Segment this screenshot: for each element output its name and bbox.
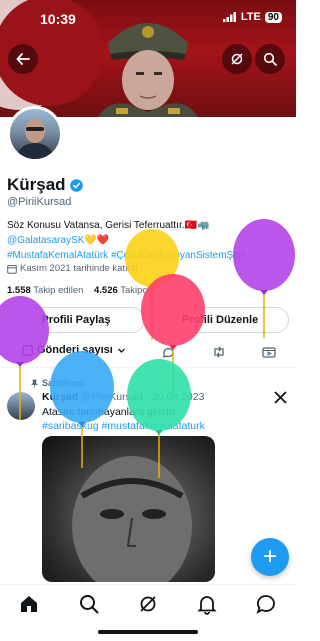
back-arrow-icon: [16, 53, 30, 65]
post-media-image[interactable]: [42, 436, 215, 582]
compose-post-button[interactable]: +: [251, 538, 289, 576]
grok-button[interactable]: [222, 44, 252, 74]
edit-profile-button[interactable]: Profili Düzenle: [151, 307, 289, 333]
search-nav-icon[interactable]: [78, 593, 100, 615]
search-button[interactable]: [255, 44, 285, 74]
bio-hashtag-cocuklar[interactable]: #ÇocuklarıKoruyanSistemŞart: [111, 250, 245, 261]
tab-reposts[interactable]: [212, 346, 226, 358]
bio-hashtag-ataturk[interactable]: #MustafaKemalAtatürk: [7, 250, 108, 261]
post-author-name[interactable]: Kürşad: [42, 391, 78, 403]
signal-icon: [222, 12, 236, 22]
tab-posts-dropdown[interactable]: Gönderi sayısı: [22, 344, 126, 356]
messages-icon[interactable]: [255, 593, 277, 615]
grok-nav-icon[interactable]: [137, 593, 159, 615]
verified-badge-icon[interactable]: [69, 178, 83, 192]
post-meta: @PiriiKursad · 30.04.2023: [81, 391, 205, 403]
home-indicator: [98, 630, 198, 634]
profile-name: Kürşad: [7, 175, 66, 194]
post-text: Atasını tanımayanlara gelsin. #saribasku…: [42, 405, 252, 433]
status-time: 10:39: [40, 11, 76, 27]
post-hashtags[interactable]: #saribaskug #mustafakemalataturk: [42, 419, 252, 433]
chevron-down-icon: [117, 348, 125, 353]
tab-replies[interactable]: [162, 346, 175, 359]
joined-date: Kasım 2021 tarihinde katıldı: [20, 263, 138, 274]
search-icon: [263, 52, 277, 66]
reply-icon: [163, 347, 174, 358]
grok-icon: [231, 53, 243, 65]
posts-icon: [22, 344, 33, 356]
pinned-label: Sabitlendi: [42, 378, 86, 388]
bio-hearts: 💛❤️: [84, 235, 110, 246]
x-logo-icon: [274, 391, 287, 404]
video-icon: [262, 347, 276, 358]
battery-indicator: 90: [264, 11, 282, 23]
balloon-pink: [141, 274, 205, 395]
followers-stat[interactable]: 4.526 Takipçi: [94, 285, 149, 296]
bio-mention-link[interactable]: @GalatasaraySK: [7, 235, 84, 246]
home-icon[interactable]: [18, 593, 40, 615]
calendar-icon: [7, 264, 17, 274]
notifications-icon[interactable]: [196, 593, 218, 615]
post-author-avatar[interactable]: [7, 392, 35, 420]
back-button[interactable]: [8, 44, 38, 74]
pin-icon: [31, 379, 38, 387]
share-profile-button[interactable]: Profili Paylaş: [7, 307, 145, 333]
profile-tabs: Gönderi sayısı: [0, 340, 296, 368]
network-label: LTE: [240, 11, 261, 23]
retweet-icon: [214, 346, 224, 358]
tab-videos[interactable]: [262, 346, 276, 358]
bio-text: Söz Konusu Vatansa, Gerisi Teferruattır.…: [7, 220, 210, 231]
profile-bio: Söz Konusu Vatansa, Gerisi Teferruattır.…: [7, 218, 287, 263]
profile-avatar[interactable]: [7, 106, 63, 162]
profile-handle: @PiriiKursad: [7, 196, 72, 208]
status-bar: 10:39 LTE 90: [0, 0, 296, 38]
following-stat[interactable]: 1.558 Takip edilen: [7, 285, 83, 296]
